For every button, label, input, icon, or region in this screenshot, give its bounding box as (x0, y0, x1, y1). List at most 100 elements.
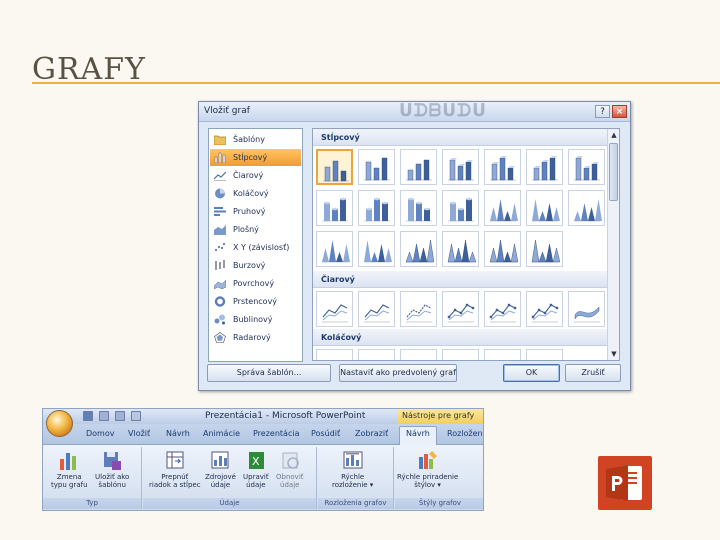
chart-subtype-thumbnail[interactable] (442, 349, 479, 360)
chart-subtype-thumbnail[interactable] (442, 149, 479, 185)
select-data-label: Zdrojové údaje (205, 473, 236, 489)
chart-subtype-thumbnail[interactable] (484, 190, 521, 226)
save-icon[interactable] (83, 411, 93, 421)
manage-templates-button[interactable]: Správa šablón... (207, 364, 331, 382)
chart-subtype-icon (489, 303, 517, 323)
chart-subtype-thumbnail[interactable] (400, 349, 437, 360)
chart-type-templates[interactable]: Šablóny (210, 131, 301, 148)
chart-subtype-thumbnail[interactable] (358, 231, 395, 267)
column-chart-icon (214, 152, 226, 163)
chart-subtype-thumbnail[interactable] (568, 149, 605, 185)
chart-subtype-thumbnail[interactable] (358, 149, 395, 185)
chart-subtype-icon (530, 353, 560, 361)
chart-subtype-thumbnail[interactable] (400, 291, 437, 327)
close-button[interactable]: × (612, 105, 627, 118)
tab-slideshow[interactable]: Prezentácia (253, 429, 299, 438)
save-template-icon (104, 452, 122, 470)
chart-subtype-thumbnail[interactable] (526, 291, 563, 327)
set-default-chart-button[interactable]: Nastaviť ako predvolený graf (339, 364, 457, 382)
chart-type-label: Povrchový (233, 279, 275, 288)
chart-subtype-thumbnail[interactable] (316, 349, 353, 361)
tab-view[interactable]: Zobraziť (355, 429, 388, 438)
gallery-content: Stĺpcový Čiarový Koláčový (313, 129, 607, 361)
chart-subtype-thumbnail[interactable] (316, 149, 353, 185)
chart-subtype-icon (405, 239, 434, 263)
chart-subtype-thumbnail[interactable] (484, 291, 521, 327)
redo-icon[interactable] (115, 411, 125, 421)
chart-subtype-thumbnail[interactable] (526, 149, 563, 185)
chart-type-line[interactable]: Čiarový (210, 167, 301, 184)
save-as-template-button[interactable]: Uložiť ako šablónu (95, 449, 129, 489)
chart-subtype-thumbnail[interactable] (526, 190, 563, 226)
tab-design[interactable]: Návrh (166, 429, 190, 438)
cancel-button[interactable]: Zrušiť (565, 364, 621, 382)
scroll-up-icon[interactable]: ▲ (609, 130, 619, 140)
chart-subtype-thumbnail[interactable] (484, 349, 521, 360)
chart-subtype-thumbnail[interactable] (442, 231, 479, 267)
chart-subtype-thumbnail[interactable] (316, 231, 353, 267)
chart-subtype-thumbnail[interactable] (484, 231, 521, 267)
quick-layout-button[interactable]: Rýchle rozloženie ▾ (332, 449, 373, 489)
scroll-down-icon[interactable]: ▼ (609, 349, 619, 359)
switch-row-column-icon (166, 451, 184, 469)
refresh-data-button[interactable]: Obnoviť údaje (276, 449, 304, 489)
chart-type-doughnut[interactable]: Prstencový (210, 293, 301, 310)
chart-subtype-icon (322, 197, 348, 222)
help-button[interactable]: ? (595, 105, 610, 118)
chart-subtype-thumbnail[interactable] (484, 149, 521, 185)
quick-layout-label: Rýchle rozloženie ▾ (332, 473, 374, 489)
chart-subtype-thumbnail[interactable] (358, 190, 395, 226)
chart-subtype-thumbnail[interactable] (358, 291, 395, 327)
quick-styles-button[interactable]: Rýchle priradenie štýlov ▾ (397, 449, 458, 489)
ok-button[interactable]: OK (503, 364, 560, 382)
quick-styles-label: Rýchle priradenie štýlov ▾ (397, 473, 459, 489)
chart-type-stock[interactable]: Burzový (210, 257, 301, 274)
chart-subtype-icon (320, 353, 350, 361)
chart-type-column[interactable]: Stĺpcový (210, 149, 301, 166)
chart-subtype-thumbnail[interactable] (400, 149, 437, 185)
chart-subtype-thumbnail[interactable] (316, 190, 353, 226)
dialog-titlebar[interactable]: Vložiť graf ᑌᗪᗷᑌᗪᑌ ? × (199, 102, 630, 122)
office-button[interactable] (46, 410, 73, 437)
svg-text:X: X (252, 455, 260, 468)
change-chart-type-button[interactable]: Zmena typu grafu (51, 449, 88, 489)
scrollbar-thumb[interactable] (609, 143, 618, 201)
tab-insert[interactable]: Vložiť (128, 429, 150, 438)
gallery-scrollbar[interactable]: ▲ ▼ (607, 129, 619, 360)
chart-subtype-icon (574, 156, 600, 181)
tab-review[interactable]: Posúdiť (311, 429, 340, 438)
edit-data-button[interactable]: X Upraviť údaje (243, 449, 269, 489)
tab-chart-layout[interactable]: Rozložen (447, 429, 483, 438)
chart-type-label: Bublinový (233, 315, 273, 324)
chart-subtype-icon (448, 197, 474, 222)
group-label-layouts: Rozloženia grafov (318, 498, 393, 509)
chart-subtype-thumbnail[interactable] (442, 190, 479, 226)
group-label-type: Typ (43, 498, 141, 509)
chart-subtype-thumbnail[interactable] (316, 291, 353, 327)
chart-type-scatter[interactable]: X Y (závislosť) (210, 239, 301, 256)
chart-type-pie[interactable]: Koláčový (210, 185, 301, 202)
undo-icon[interactable] (99, 411, 109, 421)
chart-type-surface[interactable]: Povrchový (210, 275, 301, 292)
chart-type-bubble[interactable]: Bublinový (210, 311, 301, 328)
chart-subtype-thumbnail[interactable] (568, 291, 605, 327)
chart-subtype-thumbnail[interactable] (400, 190, 437, 226)
chart-type-radar[interactable]: Radarový (210, 329, 301, 346)
tab-home[interactable]: Domov (86, 429, 114, 438)
chart-subtype-thumbnail[interactable] (526, 349, 563, 361)
area-chart-icon (214, 225, 226, 235)
chart-subtype-thumbnail[interactable] (358, 349, 395, 360)
tab-animations[interactable]: Animácie (203, 429, 240, 438)
chart-subtype-thumbnail[interactable] (526, 231, 563, 267)
select-data-button[interactable]: Zdrojové údaje (205, 449, 236, 489)
switch-row-column-button[interactable]: Prepnúť riadok a stĺpec (149, 449, 201, 489)
chart-type-area[interactable]: Plošný (210, 221, 301, 238)
chart-type-label: Radarový (233, 333, 271, 342)
chart-subtype-thumbnail[interactable] (400, 231, 437, 267)
change-chart-type-label: Zmena typu grafu (51, 473, 88, 489)
quick-access-dropdown-icon[interactable] (131, 411, 141, 421)
chart-subtype-thumbnail[interactable] (568, 190, 605, 226)
tab-chart-design[interactable]: Návrh (399, 426, 437, 446)
chart-subtype-thumbnail[interactable] (442, 291, 479, 327)
chart-type-bar[interactable]: Pruhový (210, 203, 301, 220)
